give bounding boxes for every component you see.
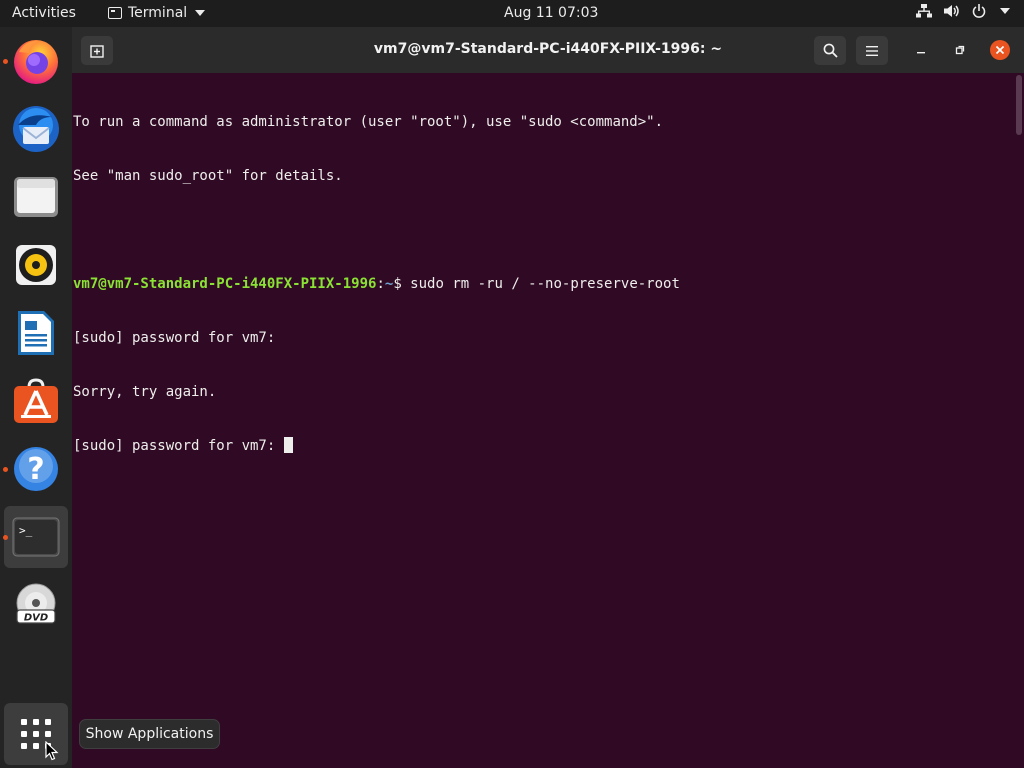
app-menu-label: Terminal bbox=[128, 5, 188, 21]
app-menu[interactable]: Terminal bbox=[108, 5, 206, 21]
terminal-window[interactable]: vm7@vm7-Standard-PC-i440FX-PIIX-1996: ~ bbox=[72, 27, 1024, 768]
activities-button[interactable]: Activities bbox=[12, 5, 76, 21]
minimize-icon bbox=[917, 52, 925, 54]
prompt-colon: : bbox=[376, 276, 385, 292]
terminal-line: [sudo] password for vm7: bbox=[73, 330, 276, 346]
volume-icon bbox=[944, 5, 959, 17]
prompt-symbol: $ bbox=[393, 276, 411, 292]
search-button[interactable] bbox=[814, 36, 846, 65]
top-bar: Activities Terminal Aug 11 07:03 bbox=[0, 0, 1024, 27]
power-icon bbox=[972, 4, 986, 18]
maximize-button[interactable] bbox=[950, 40, 970, 60]
running-indicator bbox=[3, 59, 8, 64]
terminal-icon: >_ bbox=[12, 517, 60, 557]
terminal-icon bbox=[108, 7, 122, 19]
dock-item-help[interactable]: ? bbox=[3, 438, 68, 500]
restore-icon bbox=[955, 45, 965, 55]
terminal-line: See "man sudo_root" for details. bbox=[73, 168, 343, 184]
menu-button[interactable] bbox=[856, 36, 888, 65]
dvd-icon: DVD bbox=[16, 583, 56, 624]
dock-item-rhythmbox[interactable] bbox=[4, 234, 68, 296]
rhythmbox-icon bbox=[16, 245, 56, 285]
dock-item-ubuntu-software[interactable] bbox=[4, 370, 68, 432]
dock-item-terminal[interactable]: >_ bbox=[3, 506, 68, 568]
running-indicator bbox=[3, 467, 8, 472]
scrollbar[interactable] bbox=[1016, 75, 1022, 135]
close-icon bbox=[995, 45, 1005, 55]
help-icon: ? bbox=[14, 447, 58, 491]
terminal-output[interactable]: To run a command as administrator (user … bbox=[73, 77, 1013, 491]
writer-icon bbox=[18, 311, 54, 355]
command-text: sudo rm -ru / --no-preserve-root bbox=[410, 276, 680, 292]
files-icon bbox=[14, 177, 58, 217]
svg-text:>_: >_ bbox=[19, 524, 33, 537]
password-prompt-line[interactable]: [sudo] password for vm7: bbox=[73, 437, 1013, 455]
show-applications-tooltip: Show Applications bbox=[79, 719, 220, 749]
hamburger-menu-icon bbox=[866, 45, 878, 56]
software-store-icon bbox=[14, 378, 58, 423]
dock: ? >_ DVD bbox=[0, 27, 72, 768]
thunderbird-icon bbox=[13, 106, 59, 152]
prompt-line: vm7@vm7-Standard-PC-i440FX-PIIX-1996:~$ … bbox=[73, 275, 1013, 293]
mouse-pointer-icon bbox=[45, 741, 59, 761]
minimize-button[interactable] bbox=[911, 40, 931, 60]
svg-text:?: ? bbox=[27, 452, 44, 487]
title-bar[interactable]: vm7@vm7-Standard-PC-i440FX-PIIX-1996: ~ bbox=[72, 27, 1024, 73]
system-tray[interactable] bbox=[916, 4, 1010, 18]
prompt-user-host: vm7@vm7-Standard-PC-i440FX-PIIX-1996 bbox=[73, 276, 377, 292]
chevron-down-icon bbox=[195, 10, 206, 16]
dock-item-files[interactable] bbox=[4, 166, 68, 228]
firefox-icon bbox=[14, 40, 58, 84]
svg-text:DVD: DVD bbox=[24, 613, 48, 624]
search-icon bbox=[823, 43, 838, 58]
text-cursor bbox=[283, 437, 293, 453]
dock-item-thunderbird[interactable] bbox=[4, 98, 68, 160]
dock-item-dvd[interactable]: DVD bbox=[4, 574, 68, 636]
chevron-down-icon bbox=[1000, 8, 1010, 14]
dock-item-firefox[interactable] bbox=[3, 30, 68, 92]
network-icon bbox=[916, 4, 932, 18]
dock-item-writer[interactable] bbox=[4, 302, 68, 364]
running-indicator bbox=[3, 535, 8, 540]
close-button[interactable] bbox=[990, 40, 1010, 60]
terminal-line: Sorry, try again. bbox=[73, 384, 217, 400]
password-prompt: [sudo] password for vm7: bbox=[73, 438, 284, 454]
terminal-line: To run a command as administrator (user … bbox=[73, 114, 664, 130]
clock[interactable]: Aug 11 07:03 bbox=[504, 5, 598, 21]
